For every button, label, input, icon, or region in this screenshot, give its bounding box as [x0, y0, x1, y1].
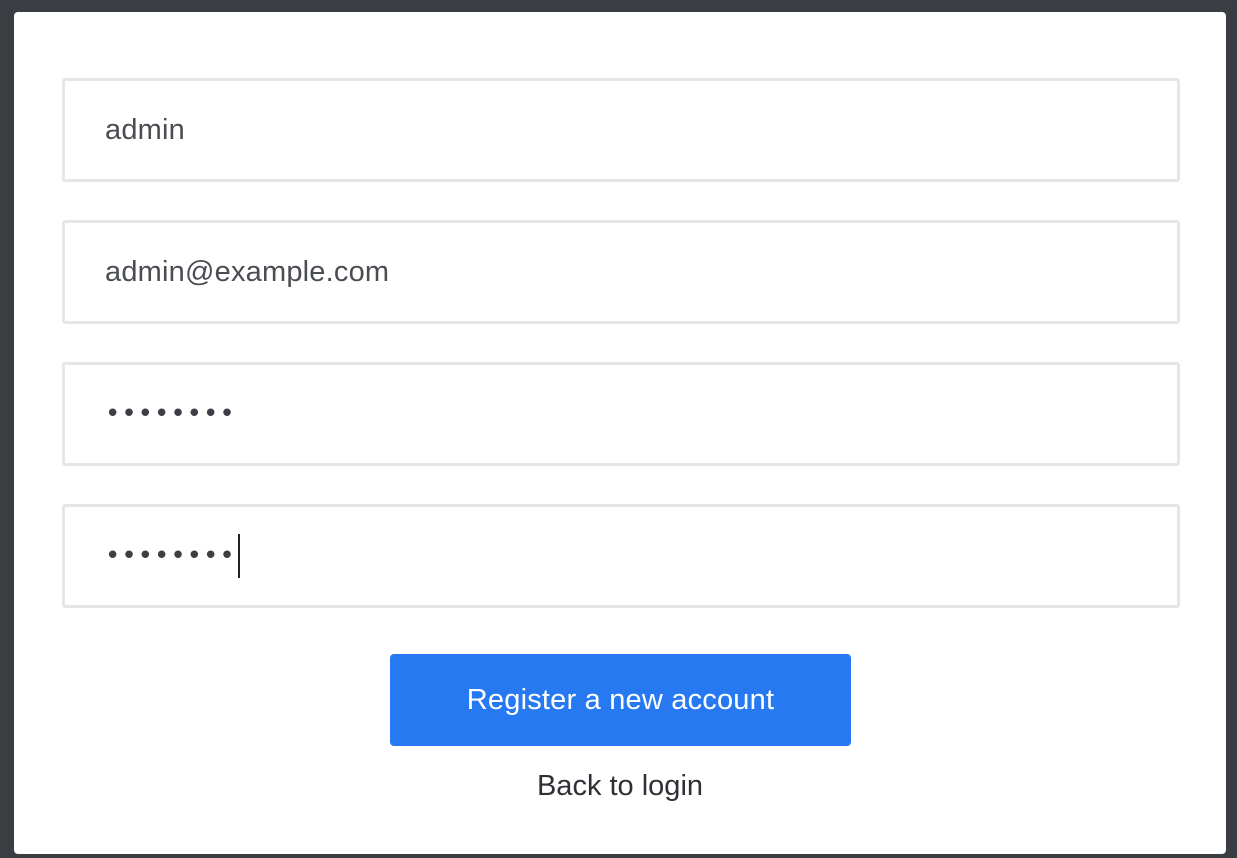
confirm-password-value: •••••••• [105, 541, 236, 571]
register-card: admin admin@example.com •••••••• •••••••… [14, 12, 1226, 854]
register-button[interactable]: Register a new account [390, 654, 851, 746]
back-to-login-link[interactable]: Back to login [14, 770, 1226, 803]
password-value: •••••••• [105, 399, 236, 429]
email-field[interactable]: admin@example.com [62, 220, 1180, 324]
confirm-password-field[interactable]: •••••••• [62, 504, 1180, 608]
text-cursor [237, 534, 240, 578]
username-field[interactable]: admin [62, 78, 1180, 182]
password-field[interactable]: •••••••• [62, 362, 1180, 466]
email-value: admin@example.com [105, 255, 390, 288]
username-value: admin [105, 113, 185, 146]
